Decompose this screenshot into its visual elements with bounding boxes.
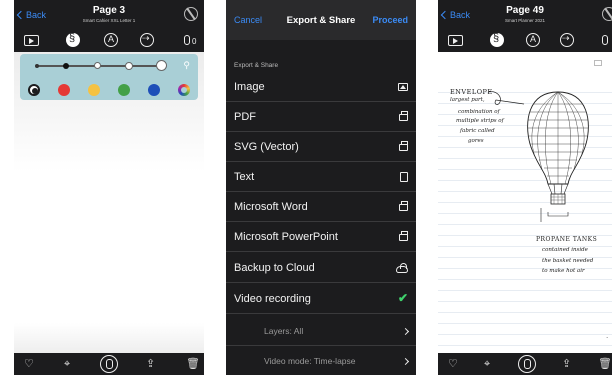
option-label: Backup to Cloud [234,262,315,274]
export-option-svg[interactable]: SVG (Vector) [226,132,416,162]
page-title: Page 3 [92,5,126,16]
size-stop-2-selected[interactable] [63,62,69,69]
option-label: Layers: All [264,326,304,336]
proceed-button[interactable]: Proceed [372,15,408,25]
color-wheel-center [181,87,187,93]
record-button[interactable] [518,355,536,373]
microphone-icon[interactable] [602,35,608,45]
option-label: SVG (Vector) [234,141,299,153]
option-label: Image [234,81,265,93]
export-option-text[interactable]: Text [226,162,416,192]
size-stop-5[interactable] [156,60,167,71]
pen-settings-icon[interactable] [602,7,612,21]
color-custom-wheel[interactable] [178,84,190,96]
document-icon [400,172,408,182]
bottom-bar: ♡ ⌖ ⇪ 🗑 [438,353,612,375]
heart-icon[interactable]: ♡ [448,357,458,371]
export-option-powerpoint[interactable]: Microsoft PowerPoint [226,222,416,252]
color-green[interactable] [118,84,130,96]
nav-bar: Back Page 3 Smart Cahier XXL Letter 1 [14,0,204,30]
record-button[interactable] [100,355,118,373]
export-option-video-recording[interactable]: Video recording ✔ [226,284,416,314]
trash-icon[interactable]: 🗑 [598,357,612,371]
planner-page-screen: Back Page 49 Smart Planner 2021 ENVELOPE… [438,0,612,375]
microphone-icon[interactable] [184,35,190,45]
option-label: Text [234,171,255,183]
export-option-image[interactable]: Image [226,72,416,102]
export-option-word[interactable]: Microsoft Word [226,192,416,222]
page-title: Page 49 [506,5,544,16]
color-black-selected[interactable] [28,84,40,96]
share-icon[interactable]: ⇪ [146,357,155,371]
tag-icon[interactable]: ⌖ [64,357,70,371]
export-nav-bar: Cancel Export & Share Proceed [226,0,416,40]
option-label: Microsoft PowerPoint [234,231,338,243]
selected-color-dot [32,88,38,94]
export-option-cloud-backup[interactable]: Backup to Cloud [226,253,416,283]
image-icon [398,83,408,91]
size-stop-4[interactable] [125,61,133,70]
video-layers-option[interactable]: Layers: All [226,316,416,346]
color-red[interactable] [58,84,70,96]
option-label: Video recording [234,293,311,305]
printer-icon [399,201,408,211]
video-mode-option[interactable]: Video mode: Time-lapse [226,346,416,375]
tool-bar: 0 [14,30,204,52]
pen-options-popover: ⚲ [20,54,198,100]
notebook-subtitle: Smart Cahier XXL Letter 1 [82,18,136,23]
printer-icon [399,231,408,241]
lasso-icon[interactable] [66,32,80,47]
size-stop-1[interactable] [35,64,39,68]
share-icon[interactable]: ⇪ [562,357,571,371]
color-blue[interactable] [148,84,160,96]
play-icon[interactable] [24,35,39,46]
bottom-bar: ♡ ⌖ ⇪ 🗑 [14,353,204,375]
shape-tool-icon[interactable] [560,33,574,47]
trash-icon[interactable]: 🗑 [186,357,200,371]
drawing-canvas[interactable]: ⚲ [14,52,204,353]
canvas-shade-bottom [14,323,204,353]
cloud-upload-icon [396,263,408,273]
propane-note-3: to make hot air [542,268,585,274]
chevron-right-icon [401,357,410,366]
recording-count: 0 [192,37,197,46]
shape-tool-icon[interactable] [140,33,154,47]
page-corner-marker: - [606,335,608,341]
option-label: Microsoft Word [234,201,308,213]
hot-air-balloon-sketch [487,91,589,222]
notebook-subtitle: Smart Planner 2021 [504,18,546,23]
tag-icon[interactable]: ⌖ [484,357,490,371]
pen-settings-icon[interactable] [184,7,198,21]
export-option-pdf[interactable]: PDF [226,102,416,132]
section-header: Export & Share [234,62,279,69]
pen-tool-icon[interactable] [104,33,118,47]
notebook-page[interactable]: ENVELOPE largest part, combination of mu… [438,52,612,353]
chevron-right-icon [401,327,410,336]
export-share-screen: Cancel Export & Share Proceed Export & S… [226,0,416,375]
propane-note-1: contained inside [542,247,588,253]
lasso-icon[interactable] [490,32,504,47]
option-label: Video mode: Time-lapse [264,356,356,366]
pen-tool-icon[interactable] [526,33,540,47]
play-icon[interactable] [448,35,463,46]
printer-icon [399,141,408,151]
drawing-screen: Back Page 3 Smart Cahier XXL Letter 1 0 … [14,0,204,375]
color-yellow[interactable] [88,84,100,96]
propane-note-2: the basket needed [542,258,594,264]
pin-icon[interactable]: ⚲ [183,60,190,71]
size-stop-3[interactable] [94,62,101,69]
printer-icon [399,111,408,121]
nav-bar: Back Page 49 Smart Planner 2021 [438,0,612,30]
option-label: PDF [234,111,256,123]
heart-icon[interactable]: ♡ [24,357,34,371]
checkmark-icon: ✔ [398,291,409,305]
tool-bar [438,30,612,52]
propane-label: PROPANE TANKS [536,236,598,243]
